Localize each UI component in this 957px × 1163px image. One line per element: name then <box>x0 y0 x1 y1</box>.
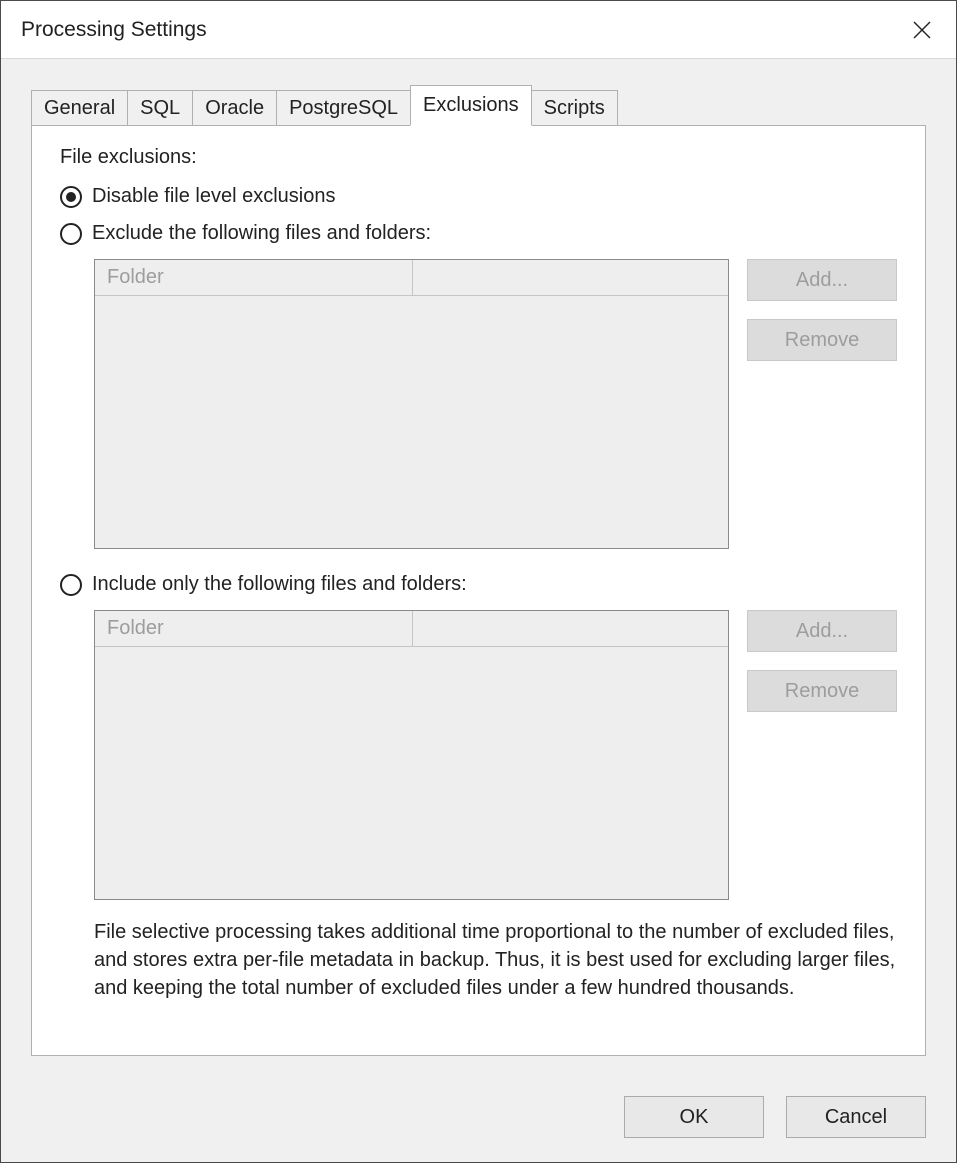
exclusions-note: File selective processing takes addition… <box>94 918 897 1002</box>
client-area: General SQL Oracle PostgreSQL Exclusions… <box>1 59 956 1076</box>
exclude-remove-button[interactable]: Remove <box>747 319 897 361</box>
dialog-button-row: OK Cancel <box>1 1076 956 1162</box>
exclude-listbox[interactable]: Folder <box>94 259 729 549</box>
tab-general[interactable]: General <box>31 90 128 126</box>
include-side-buttons: Add... Remove <box>747 610 897 900</box>
include-list-col-separator <box>412 611 413 646</box>
include-list-header: Folder <box>95 611 728 647</box>
cancel-button[interactable]: Cancel <box>786 1096 926 1138</box>
radio-exclude-row[interactable]: Exclude the following files and folders: <box>60 222 897 245</box>
tab-scripts[interactable]: Scripts <box>531 90 618 126</box>
radio-disable[interactable] <box>60 186 82 208</box>
exclude-list-header: Folder <box>95 260 728 296</box>
include-list-col-folder: Folder <box>95 617 412 640</box>
tab-page-exclusions: File exclusions: Disable file level excl… <box>31 125 926 1056</box>
radio-include-label: Include only the following files and fol… <box>92 573 467 596</box>
exclude-add-button[interactable]: Add... <box>747 259 897 301</box>
include-listbox[interactable]: Folder <box>94 610 729 900</box>
radio-include[interactable] <box>60 574 82 596</box>
tab-postgresql[interactable]: PostgreSQL <box>276 90 411 126</box>
close-button[interactable] <box>902 10 942 50</box>
radio-disable-row[interactable]: Disable file level exclusions <box>60 185 897 208</box>
radio-disable-label: Disable file level exclusions <box>92 185 335 208</box>
radio-exclude-label: Exclude the following files and folders: <box>92 222 431 245</box>
ok-button[interactable]: OK <box>624 1096 764 1138</box>
tab-sql[interactable]: SQL <box>127 90 193 126</box>
tab-strip: General SQL Oracle PostgreSQL Exclusions… <box>31 83 926 125</box>
include-list-block: Folder Add... Remove <box>94 610 897 900</box>
exclude-side-buttons: Add... Remove <box>747 259 897 549</box>
exclude-list-col-folder: Folder <box>95 266 412 289</box>
include-add-button[interactable]: Add... <box>747 610 897 652</box>
titlebar: Processing Settings <box>1 1 956 59</box>
include-remove-button[interactable]: Remove <box>747 670 897 712</box>
tab-exclusions[interactable]: Exclusions <box>410 85 532 126</box>
close-icon <box>912 20 932 40</box>
file-exclusions-label: File exclusions: <box>60 146 897 169</box>
window-title: Processing Settings <box>21 18 207 42</box>
exclude-list-col-separator <box>412 260 413 295</box>
exclude-list-block: Folder Add... Remove <box>94 259 897 549</box>
radio-exclude[interactable] <box>60 223 82 245</box>
tab-oracle[interactable]: Oracle <box>192 90 277 126</box>
processing-settings-window: Processing Settings General SQL Oracle P… <box>0 0 957 1163</box>
radio-include-row[interactable]: Include only the following files and fol… <box>60 573 897 596</box>
